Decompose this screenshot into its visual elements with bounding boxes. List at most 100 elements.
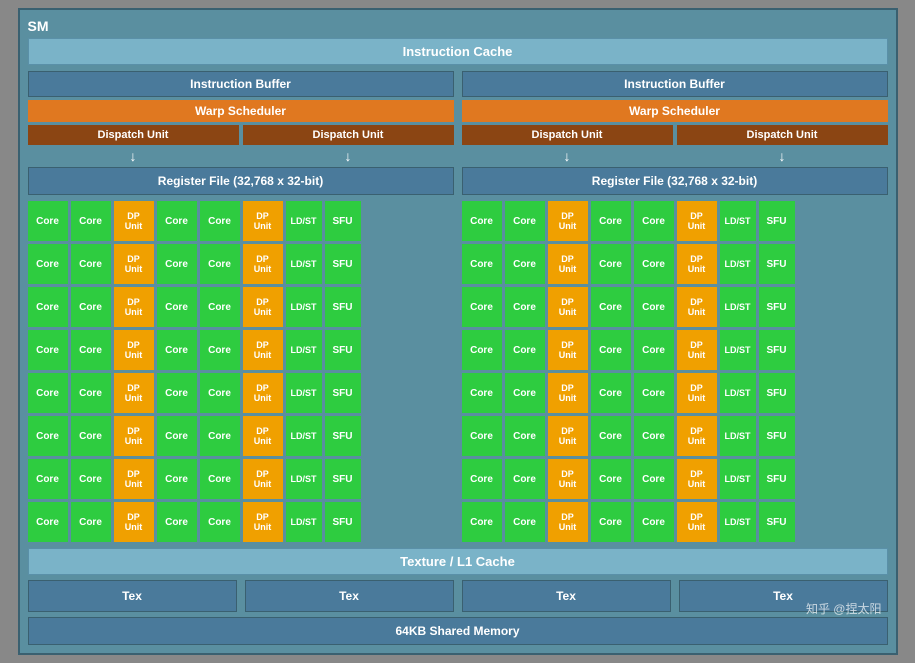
right-dp: DPUnit — [548, 244, 588, 284]
right-row-8: Core Core DPUnit Core Core DPUnit LD/ST … — [462, 502, 888, 542]
left-arrow-2: ↓ — [243, 148, 454, 164]
right-dp: DPUnit — [548, 459, 588, 499]
left-sfu: SFU — [325, 416, 361, 456]
right-row-1: Core Core DPUnit Core Core DPUnit LD/ST … — [462, 201, 888, 241]
texture-cache: Texture / L1 Cache — [28, 548, 888, 575]
right-core: Core — [505, 201, 545, 241]
right-dp: DPUnit — [548, 330, 588, 370]
right-row-2: Core Core DPUnit Core Core DPUnit LD/ST … — [462, 244, 888, 284]
right-dp: DPUnit — [548, 416, 588, 456]
watermark: 知乎 @捏太阳 — [806, 600, 882, 617]
left-ldst: LD/ST — [286, 416, 322, 456]
left-core: Core — [157, 287, 197, 327]
left-dp: DPUnit — [114, 287, 154, 327]
tex-1: Tex — [28, 580, 237, 612]
sm-container: SM Instruction Cache Instruction Buffer … — [18, 8, 898, 655]
sm-label: SM — [28, 18, 888, 34]
left-dispatch-unit-1: Dispatch Unit — [28, 125, 239, 145]
right-arrow-2: ↓ — [677, 148, 888, 164]
right-dp: DPUnit — [677, 244, 717, 284]
left-core: Core — [157, 502, 197, 542]
left-dp: DPUnit — [243, 244, 283, 284]
right-dispatch-unit-1: Dispatch Unit — [462, 125, 673, 145]
left-sfu: SFU — [325, 287, 361, 327]
left-core: Core — [71, 373, 111, 413]
right-register-file: Register File (32,768 x 32-bit) — [462, 167, 888, 195]
right-dp: DPUnit — [677, 373, 717, 413]
right-core: Core — [591, 373, 631, 413]
right-dp: DPUnit — [677, 201, 717, 241]
right-sfu: SFU — [759, 201, 795, 241]
left-core: Core — [28, 244, 68, 284]
left-cores-grid: Core Core DPUnit Core Core DPUnit LD/ST … — [28, 201, 454, 542]
right-sfu: SFU — [759, 330, 795, 370]
left-core: Core — [28, 459, 68, 499]
left-sfu: SFU — [325, 201, 361, 241]
right-core: Core — [591, 201, 631, 241]
left-warp-scheduler: Warp Scheduler — [28, 100, 454, 122]
right-sfu: SFU — [759, 416, 795, 456]
right-core: Core — [462, 287, 502, 327]
two-column-layout: Instruction Buffer Warp Scheduler Dispat… — [28, 71, 888, 542]
right-ldst: LD/ST — [720, 502, 756, 542]
right-arrows: ↓ ↓ — [462, 148, 888, 164]
right-core: Core — [462, 244, 502, 284]
left-core: Core — [200, 373, 240, 413]
right-core: Core — [462, 459, 502, 499]
tex-3: Tex — [462, 580, 671, 612]
left-core: Core — [200, 244, 240, 284]
left-core: Core — [28, 287, 68, 327]
right-core: Core — [634, 459, 674, 499]
right-dispatch-row: Dispatch Unit Dispatch Unit — [462, 125, 888, 145]
left-dp: DPUnit — [114, 502, 154, 542]
right-arrow-1: ↓ — [462, 148, 673, 164]
right-sfu: SFU — [759, 373, 795, 413]
left-core: Core — [200, 502, 240, 542]
left-core: Core — [28, 502, 68, 542]
right-core: Core — [505, 459, 545, 499]
right-ldst: LD/ST — [720, 244, 756, 284]
right-core: Core — [505, 330, 545, 370]
shared-memory: 64KB Shared Memory — [28, 617, 888, 645]
right-core: Core — [505, 373, 545, 413]
right-row-7: Core Core DPUnit Core Core DPUnit LD/ST … — [462, 459, 888, 499]
left-dp: DPUnit — [114, 459, 154, 499]
left-arrows: ↓ ↓ — [28, 148, 454, 164]
right-core: Core — [591, 287, 631, 327]
left-core: Core — [28, 416, 68, 456]
right-core: Core — [591, 459, 631, 499]
left-dp: DPUnit — [243, 330, 283, 370]
left-ldst: LD/ST — [286, 330, 322, 370]
right-dp: DPUnit — [677, 459, 717, 499]
right-ldst: LD/ST — [720, 287, 756, 327]
tex-2: Tex — [245, 580, 454, 612]
left-row-1: Core Core DPUnit Core Core DPUnit LD/ST … — [28, 201, 454, 241]
right-core: Core — [462, 416, 502, 456]
right-core: Core — [462, 201, 502, 241]
right-sfu: SFU — [759, 459, 795, 499]
right-core: Core — [505, 416, 545, 456]
left-row-3: Core Core DPUnit Core Core DPUnit LD/ST … — [28, 287, 454, 327]
left-core: Core — [157, 201, 197, 241]
left-dp: DPUnit — [114, 416, 154, 456]
right-ldst: LD/ST — [720, 416, 756, 456]
left-dp: DPUnit — [114, 330, 154, 370]
right-dp: DPUnit — [677, 330, 717, 370]
left-sfu: SFU — [325, 459, 361, 499]
right-core: Core — [634, 201, 674, 241]
left-row-2: Core Core DPUnit Core Core DPUnit LD/ST … — [28, 244, 454, 284]
right-row-6: Core Core DPUnit Core Core DPUnit LD/ST … — [462, 416, 888, 456]
left-core: Core — [200, 330, 240, 370]
left-ldst: LD/ST — [286, 201, 322, 241]
right-instruction-buffer: Instruction Buffer — [462, 71, 888, 97]
right-ldst: LD/ST — [720, 330, 756, 370]
left-core: Core — [71, 502, 111, 542]
left-dispatch-unit-2: Dispatch Unit — [243, 125, 454, 145]
left-core: Core — [200, 287, 240, 327]
left-sfu: SFU — [325, 373, 361, 413]
right-core: Core — [591, 330, 631, 370]
left-dp: DPUnit — [243, 416, 283, 456]
left-core: Core — [71, 330, 111, 370]
right-core: Core — [634, 244, 674, 284]
left-dp: DPUnit — [114, 244, 154, 284]
